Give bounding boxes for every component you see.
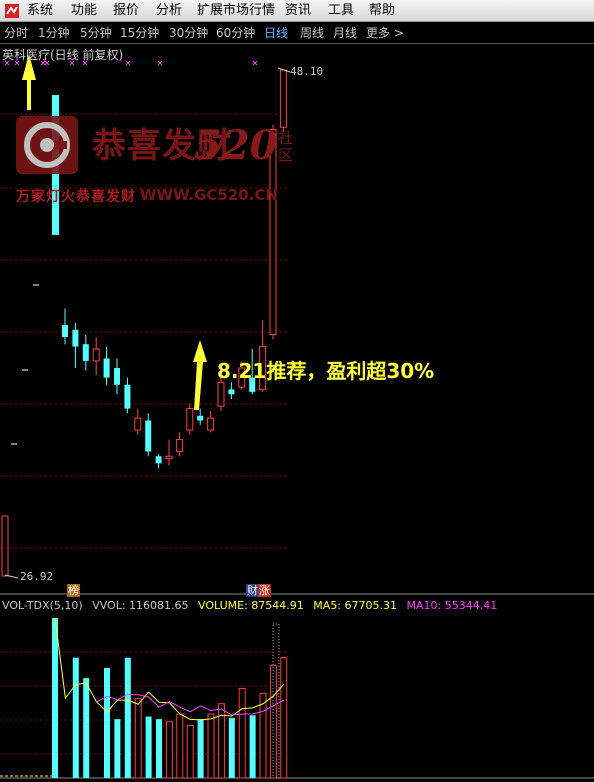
volume-bar (259, 693, 267, 779)
volume-header: VOL-TDX(5,10) VVOL: 116081.65 VOLUME: 87… (2, 599, 503, 612)
candle-partial (1, 515, 9, 577)
candle-body (72, 329, 79, 347)
volume-bar (83, 678, 90, 778)
watermark-number: 520 (194, 122, 278, 169)
candle-body (165, 455, 173, 460)
candle-body (175, 439, 183, 452)
volume-bar (186, 725, 194, 779)
volume-bar (238, 687, 246, 779)
volume-bar (52, 618, 58, 778)
volume-bar (280, 657, 288, 779)
volume-bar (72, 657, 79, 778)
ma10-line (96, 693, 285, 716)
volume-bar (249, 715, 256, 778)
signal-marker (252, 60, 258, 66)
tag-bang[interactable]: 榜 (67, 584, 80, 597)
candle-body (186, 408, 194, 431)
arrow-up-icon (22, 54, 36, 110)
kline-chart[interactable] (0, 0, 594, 782)
vvol-value: VVOL: 116081.65 (92, 599, 189, 612)
volume-bar (197, 719, 204, 778)
ma5-line (54, 617, 285, 721)
candle-body (279, 69, 287, 128)
candle-body (145, 420, 152, 452)
candle-body (92, 348, 100, 362)
volume-bar (134, 698, 142, 779)
candle-body (82, 344, 89, 361)
candle-body (217, 381, 225, 407)
volume-bar (156, 719, 162, 778)
ma5-value: MA5: 67705.31 (313, 599, 397, 612)
candle-body (62, 325, 68, 338)
candle-body (207, 417, 215, 431)
watermark-community: 社区 (278, 129, 294, 164)
candle-body (134, 417, 142, 431)
recommendation-annotation: 8.21推荐，盈利超30% (217, 359, 435, 383)
candle-body (114, 368, 120, 385)
volume-bar (114, 719, 121, 778)
signal-marker (125, 60, 131, 66)
candle-body (197, 415, 204, 421)
tag-rise[interactable]: 涨 (258, 584, 271, 597)
watermark-url: WWW.GC520.CN (140, 186, 279, 204)
volume-value: VOLUME: 87544.91 (198, 599, 304, 612)
volume-indicator-name[interactable]: VOL-TDX(5,10) (2, 599, 83, 612)
candle-body (103, 358, 110, 378)
watermark-slogan: 万家灯火恭喜发财 (16, 189, 136, 205)
volume-bar (165, 721, 173, 779)
watermark-logo-icon (16, 116, 78, 174)
signal-marker (157, 60, 163, 66)
stock-title: 英科医疗(日线 前复权) (2, 48, 124, 62)
price-low-label: 26.92 (20, 570, 54, 583)
ma10-value: MA10: 55344.41 (406, 599, 498, 612)
volume-bar (104, 667, 110, 778)
volume-bar (145, 716, 152, 778)
volume-bar (207, 713, 215, 779)
volume-series (0, 617, 288, 779)
candle-body (155, 456, 162, 464)
arrow-up-icon (193, 340, 207, 410)
candle-body (124, 384, 131, 409)
volume-bar (228, 717, 235, 778)
volume-bar (176, 713, 184, 779)
volume-bar (124, 657, 131, 778)
price-high-label: 48.10 (290, 65, 324, 78)
candle-body (228, 389, 235, 395)
